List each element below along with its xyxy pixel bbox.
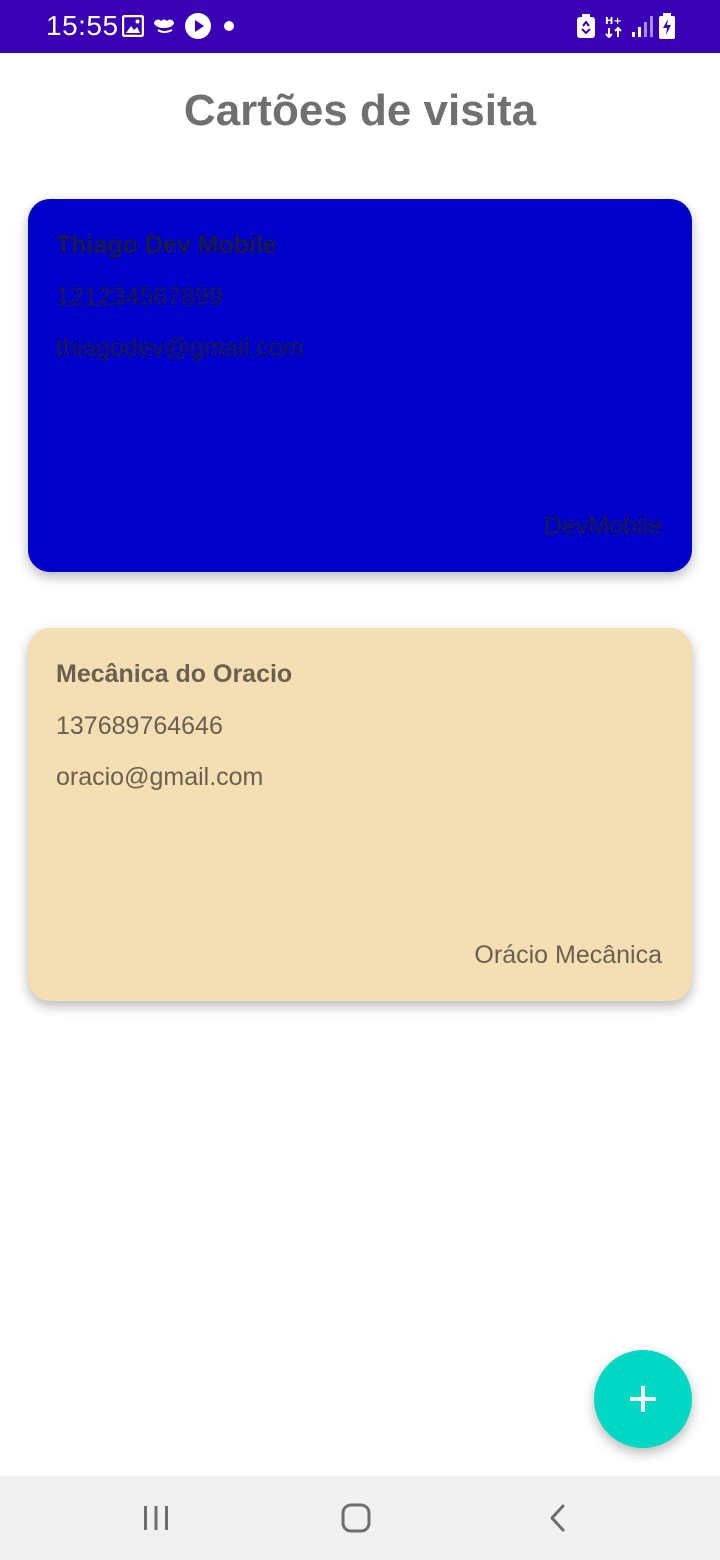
svg-text:H+: H+ bbox=[605, 16, 622, 27]
notification-dot bbox=[224, 21, 234, 31]
home-icon bbox=[341, 1503, 371, 1533]
card-email: thiagodev@gmail.com bbox=[56, 334, 304, 362]
recent-apps-button[interactable] bbox=[126, 1498, 186, 1538]
business-card-oracio[interactable]: Mecânica do Oracio 137689764646 oracio@g… bbox=[28, 628, 692, 1001]
card-company: DevMobile bbox=[543, 512, 662, 540]
plus-icon bbox=[630, 1386, 656, 1412]
card-phone: 137689764646 bbox=[56, 712, 223, 740]
card-name: Thiago Dev Mobile bbox=[56, 231, 277, 259]
navigation-bar bbox=[0, 1476, 720, 1560]
back-icon bbox=[550, 1504, 565, 1532]
image-icon bbox=[122, 15, 144, 37]
status-time: 15:55 bbox=[46, 10, 119, 41]
status-bar: 15:55 H+ bbox=[0, 0, 720, 53]
card-phone: 121234567899 bbox=[56, 283, 223, 311]
ifood-icon bbox=[154, 19, 174, 33]
page-title: Cartões de visita bbox=[183, 86, 537, 135]
play-icon bbox=[185, 13, 211, 39]
business-card-thiago[interactable]: Thiago Dev Mobile 121234567899 thiagodev… bbox=[28, 199, 692, 572]
card-name: Mecânica do Oracio bbox=[56, 660, 293, 688]
recent-apps-icon bbox=[144, 1506, 168, 1530]
data-hplus-icon: H+ bbox=[605, 16, 622, 38]
signal-icon bbox=[632, 16, 653, 37]
home-button[interactable] bbox=[326, 1498, 386, 1538]
recycle-icon bbox=[577, 14, 595, 38]
add-card-button[interactable] bbox=[594, 1350, 692, 1448]
card-email: oracio@gmail.com bbox=[56, 763, 264, 791]
battery-charging-icon bbox=[659, 13, 675, 39]
card-company: Orácio Mecânica bbox=[474, 941, 662, 969]
back-button[interactable] bbox=[528, 1498, 588, 1538]
